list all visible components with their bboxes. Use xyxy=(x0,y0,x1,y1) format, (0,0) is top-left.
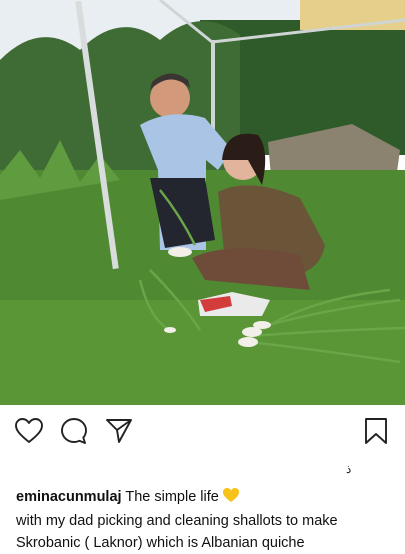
caption-line-2: with my dad picking and cleaning shallot… xyxy=(16,513,338,529)
post-photo[interactable] xyxy=(0,0,405,405)
comment-button[interactable] xyxy=(59,417,89,445)
post-actions-bar xyxy=(0,405,405,455)
photo-illustration xyxy=(0,0,405,405)
yellow-heart-icon xyxy=(222,488,239,502)
bookmark-icon xyxy=(365,418,387,444)
like-button[interactable] xyxy=(14,417,44,445)
comment-icon xyxy=(61,418,87,444)
small-arabic-mark: ذ xyxy=(346,462,352,476)
send-icon xyxy=(106,419,132,443)
save-button[interactable] xyxy=(361,417,391,445)
caption-line-3: Skrobanic ( Laknor) which is Albanian qu… xyxy=(16,535,305,551)
heart-icon xyxy=(15,418,43,443)
post-caption: eminacunmulaj The simple life with my da… xyxy=(16,486,396,554)
caption-line-1: The simple life xyxy=(125,489,219,505)
share-button[interactable] xyxy=(104,417,134,445)
caption-username[interactable]: eminacunmulaj xyxy=(16,489,122,505)
yellow-heart-emoji xyxy=(222,487,240,510)
